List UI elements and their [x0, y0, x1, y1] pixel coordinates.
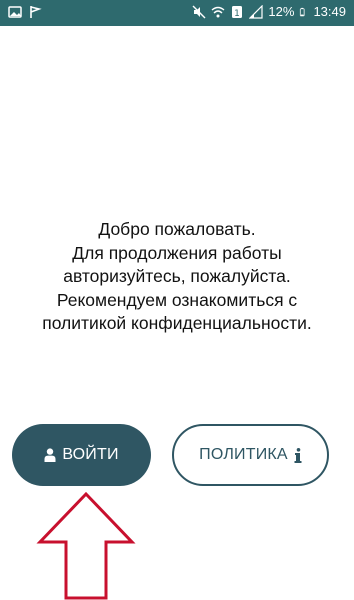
battery-percent: 12%	[268, 4, 295, 19]
welcome-message: Добро пожаловать. Для продолжения работы…	[0, 218, 354, 336]
status-right-icons: 1 12% 13:49	[192, 4, 346, 20]
image-icon	[8, 6, 22, 18]
user-icon	[44, 448, 56, 462]
up-arrow-annotation	[36, 491, 136, 600]
login-button-label: ВОЙТИ	[62, 446, 119, 463]
wifi-icon	[211, 6, 225, 18]
login-button[interactable]: ВОЙТИ	[12, 424, 151, 486]
info-icon	[294, 447, 302, 463]
welcome-line: Для продолжения работы	[72, 242, 282, 263]
clock: 13:49	[313, 4, 346, 19]
mute-icon	[192, 5, 206, 19]
status-left-icons	[8, 5, 42, 19]
sim-icon: 1	[232, 6, 243, 19]
policy-button-label: ПОЛИТИКА	[199, 446, 288, 463]
welcome-line: авторизуйтесь, пожалуйста.	[63, 266, 291, 286]
welcome-line: Добро пожаловать.	[98, 219, 256, 239]
battery-icon	[300, 7, 305, 17]
flag-icon	[30, 6, 42, 18]
welcome-line: политикой конфиденциальности.	[42, 313, 312, 333]
welcome-line: Рекомендуем ознакомиться с	[56, 289, 298, 310]
signal-icon	[249, 5, 264, 19]
status-bar: 1 12% 13:49	[0, 0, 354, 26]
policy-button[interactable]: ПОЛИТИКА	[172, 424, 329, 486]
svg-text:1: 1	[235, 9, 241, 19]
